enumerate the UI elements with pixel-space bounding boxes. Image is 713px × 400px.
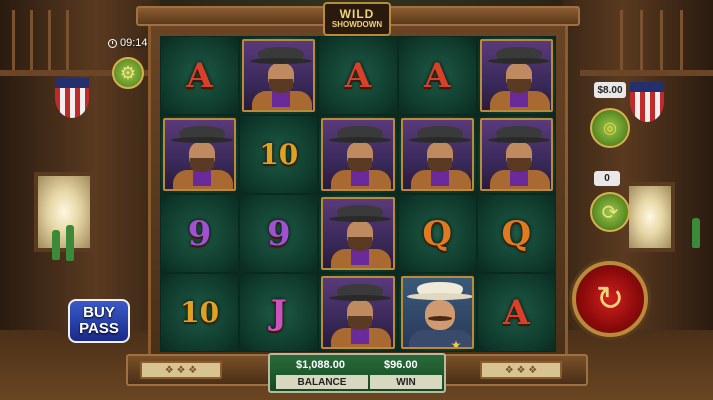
frame-ornament-left: ❖ ❖ ❖ xyxy=(140,361,222,379)
reel-cell: A xyxy=(476,273,556,352)
balance-win-panel: $1,088.00 $96.00 BALANCE WIN xyxy=(268,353,446,393)
balcony-rail-right xyxy=(580,70,713,76)
baluster xyxy=(680,10,683,70)
symbol-q: Q xyxy=(501,213,532,254)
baluster xyxy=(66,10,69,70)
outlaw-symbol xyxy=(163,118,237,191)
bottle xyxy=(52,230,60,260)
logo-subtitle: SHOWDOWN xyxy=(331,20,383,29)
reel-cell: J xyxy=(239,273,319,352)
clock-icon xyxy=(108,38,117,48)
reel-cell: A xyxy=(397,36,477,115)
symbol-a: A xyxy=(186,55,213,96)
baluster xyxy=(620,10,623,70)
reel-cell: 9 xyxy=(160,194,240,273)
reel-cell: ★ xyxy=(397,273,477,352)
frame-ornament-right: ❖ ❖ ❖ xyxy=(480,361,562,379)
bottle xyxy=(692,218,700,248)
reel-cell: Q xyxy=(397,194,477,273)
symbol-a: A xyxy=(423,55,451,96)
outlaw-symbol xyxy=(400,118,474,191)
bet-amount: $8.00 xyxy=(594,82,626,98)
outlaw-symbol xyxy=(479,118,553,191)
baluster xyxy=(12,10,15,70)
autoplay-icon: ⟳ xyxy=(601,201,619,224)
reel-cell xyxy=(476,115,556,194)
saloon-window-right xyxy=(625,182,675,252)
reel-cell xyxy=(397,115,477,194)
outlaw-symbol xyxy=(242,39,316,112)
reel-cell: 10 xyxy=(160,273,240,352)
reel-cell xyxy=(318,194,398,273)
reel-cell xyxy=(476,36,556,115)
symbol-a: A xyxy=(344,55,372,96)
reel-cell xyxy=(318,115,398,194)
win-label: WIN xyxy=(370,375,442,389)
clock-time: 09:14 xyxy=(120,37,148,49)
spin-button[interactable]: ↻ xyxy=(572,261,648,337)
outlaw-symbol xyxy=(321,276,395,349)
symbol-a: A xyxy=(503,292,530,333)
symbol-j: J xyxy=(270,292,287,333)
buy-pass-button[interactable]: BUY PASS xyxy=(68,299,130,343)
symbol-9: 9 xyxy=(266,213,291,254)
autoplay-button[interactable]: ⟳ xyxy=(590,192,630,232)
symbol-9: 9 xyxy=(187,213,212,254)
reel-cell: 9 xyxy=(239,194,319,273)
reel-grid: A A A 10 9 9 Q Q 10 J ★ A xyxy=(160,36,556,352)
bet-button[interactable]: ◎ xyxy=(590,108,630,148)
baluster xyxy=(48,10,51,70)
flag-bunting-right xyxy=(630,82,664,122)
reel-cell xyxy=(160,115,240,194)
balance-label: BALANCE xyxy=(276,375,368,389)
balance-value: $1,088.00 xyxy=(296,359,345,371)
coins-icon: ◎ xyxy=(603,120,617,137)
game-logo: WILD SHOWDOWN xyxy=(323,2,391,36)
logo-title: WILD xyxy=(339,7,375,21)
baluster xyxy=(660,10,663,70)
reel-cell: A xyxy=(160,36,240,115)
outlaw-symbol xyxy=(321,197,395,270)
sheriff-symbol: ★ xyxy=(400,276,474,349)
reel-cell: Q xyxy=(476,194,556,273)
win-value: $96.00 xyxy=(384,359,418,371)
baluster xyxy=(30,10,33,70)
symbol-10: 10 xyxy=(259,138,299,171)
outlaw-symbol xyxy=(321,118,395,191)
clock: 09:14 xyxy=(108,37,148,49)
flag-bunting-left xyxy=(55,78,89,118)
autoplay-count: 0 xyxy=(594,171,620,186)
saloon-window-left xyxy=(34,172,94,252)
reel-cell xyxy=(239,36,319,115)
buy-pass-label-1: BUY xyxy=(83,304,115,321)
bottle xyxy=(66,225,74,261)
buy-pass-label-2: PASS xyxy=(79,320,119,337)
symbol-10: 10 xyxy=(180,296,220,329)
spin-icon: ↻ xyxy=(595,280,625,318)
reel-cell xyxy=(318,273,398,352)
settings-button[interactable]: ⚙ xyxy=(112,57,144,89)
gear-icon: ⚙ xyxy=(119,62,137,83)
baluster xyxy=(640,10,643,70)
reel-cell: A xyxy=(318,36,398,115)
symbol-q: Q xyxy=(422,213,452,254)
outlaw-symbol xyxy=(479,39,553,112)
reel-cell: 10 xyxy=(239,115,319,194)
